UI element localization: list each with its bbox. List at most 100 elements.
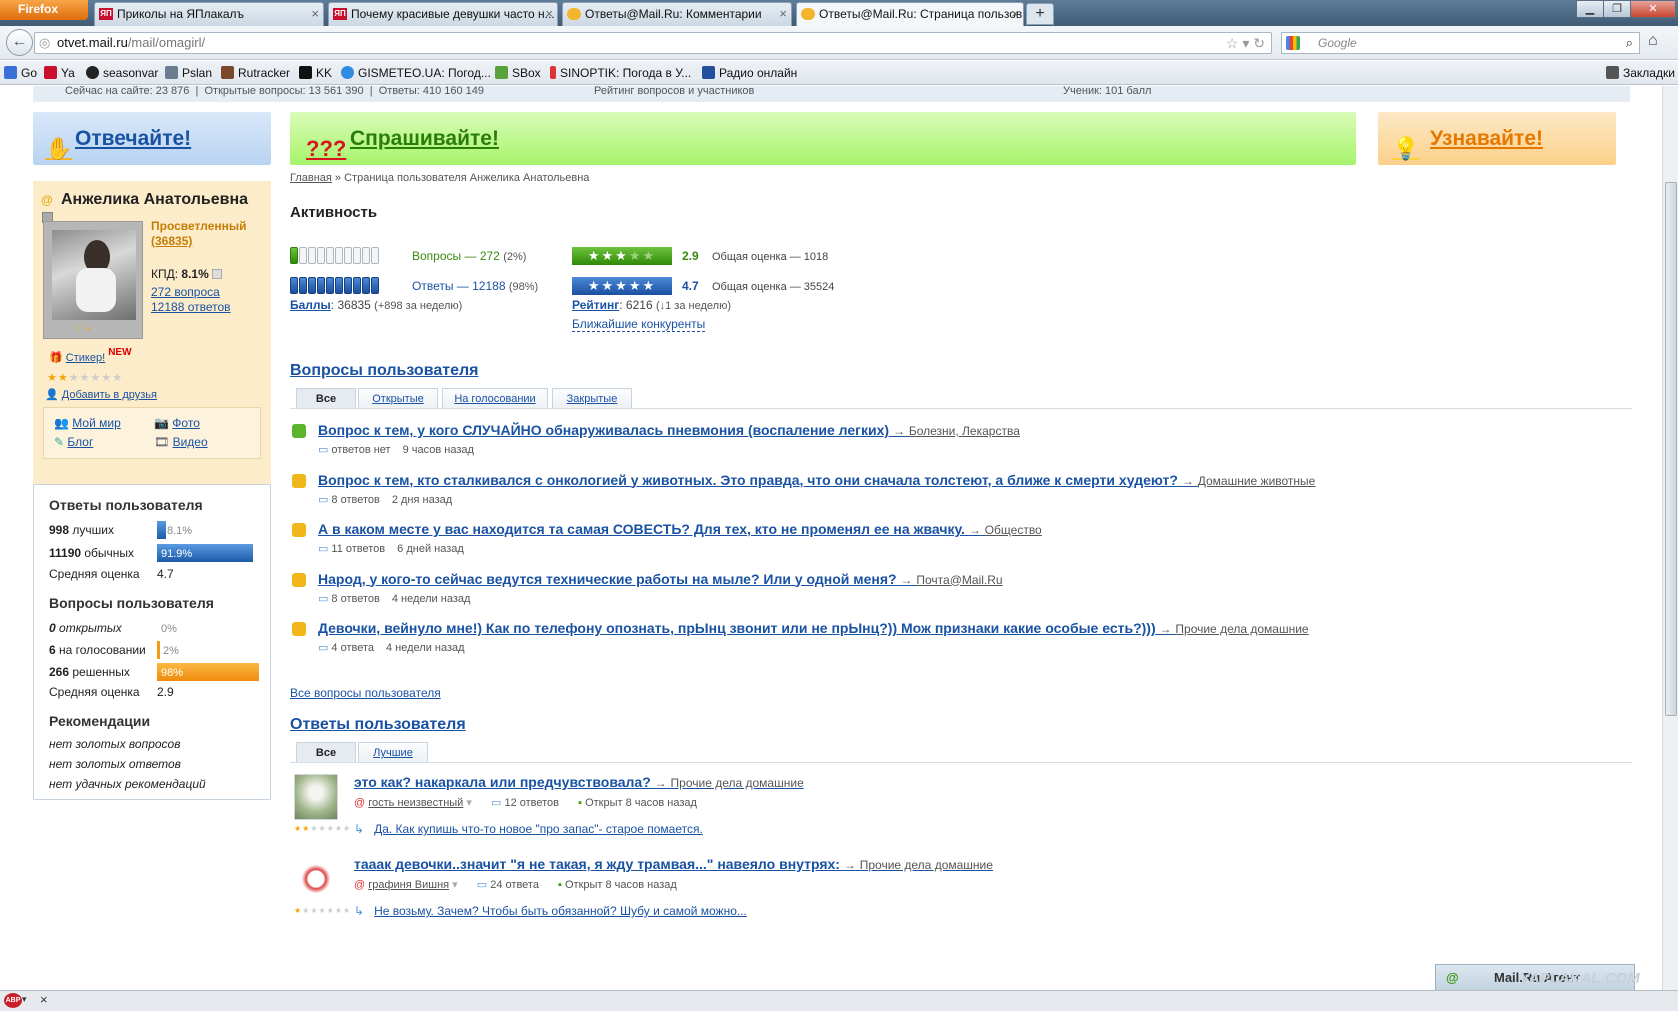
- tab-open[interactable]: Открытые: [358, 388, 438, 408]
- bookmark-sbox[interactable]: SBox: [495, 61, 541, 85]
- author-link[interactable]: графиня Вишня: [368, 879, 449, 891]
- answer-banner[interactable]: ✋ Отвечайте!: [33, 112, 271, 165]
- close-window-icon[interactable]: ✕: [1630, 0, 1676, 18]
- category-link[interactable]: Почта@Mail.Ru: [916, 573, 1002, 587]
- tab-closed[interactable]: Закрытые: [552, 388, 632, 408]
- rivals-link[interactable]: Ближайшие конкуренты: [572, 317, 706, 332]
- tab-yaplakal-2[interactable]: ЯП Почему красивые девушки часто н... ×: [328, 2, 558, 26]
- close-tab-icon[interactable]: ×: [779, 3, 787, 25]
- info-icon[interactable]: [212, 269, 223, 279]
- tab-yaplakal-1[interactable]: ЯП Приколы на ЯПлакалъ ×: [94, 2, 324, 26]
- ask-banner-label[interactable]: Спрашивайте!: [350, 127, 499, 150]
- yaplakal-icon: [44, 66, 57, 79]
- ask-banner[interactable]: ??? Спрашивайте!: [290, 112, 1356, 165]
- answers-count-link[interactable]: 12188 ответов: [151, 300, 231, 315]
- questions-score: 2.9: [682, 249, 699, 263]
- points-link[interactable]: (36835): [151, 234, 247, 249]
- add-friend-link[interactable]: Добавить в друзья: [62, 389, 157, 401]
- answers-section-title[interactable]: Ответы пользователя: [290, 716, 466, 734]
- question-link[interactable]: Народ, у кого-то сейчас ведутся техничес…: [318, 571, 897, 587]
- category-link[interactable]: Общество: [985, 523, 1042, 537]
- answers-activity-label: Ответы — 12188 (98%): [412, 279, 539, 293]
- bookmark-pslan[interactable]: Pslan: [165, 61, 212, 85]
- questions-section-title[interactable]: Вопросы пользователя: [290, 362, 478, 380]
- video-link[interactable]: 🎞 Видео: [154, 435, 208, 449]
- reply-link[interactable]: Да. Как купишь что-то новое "про запас"-…: [374, 822, 703, 836]
- bookmark-go[interactable]: Go: [4, 61, 37, 85]
- avatar[interactable]: ▽ ♦: [43, 221, 143, 339]
- question-link[interactable]: Вопрос к тем, кто сталкивался с онкологи…: [318, 472, 1178, 488]
- rating-link[interactable]: Рейтинг: [572, 298, 619, 312]
- bookmark-radio[interactable]: Радио онлайн: [702, 61, 797, 85]
- tab-voting[interactable]: На голосовании: [442, 388, 548, 408]
- bookmark-rutracker[interactable]: Rutracker: [221, 61, 290, 85]
- close-icon[interactable]: ×: [40, 992, 48, 1007]
- star-bookmark-icon[interactable]: ☆ ▾ ↻: [1226, 33, 1265, 53]
- breadcrumb-home-link[interactable]: Главная: [290, 172, 332, 184]
- answer-category-link[interactable]: Прочие дела домашние: [860, 858, 993, 872]
- activity-title: Активность: [290, 204, 378, 221]
- question-link[interactable]: Девочки, вейнуло мне!) Как по телефону о…: [318, 620, 1156, 636]
- home-icon[interactable]: ⌂: [1648, 32, 1658, 50]
- points-link[interactable]: Баллы: [290, 298, 331, 312]
- answer-category-link[interactable]: Прочие дела домашние: [671, 776, 804, 790]
- question-link[interactable]: А в каком месте у вас находится та самая…: [318, 521, 965, 537]
- bookmark-ya[interactable]: Ya: [44, 61, 75, 85]
- bookmark-gismeteo[interactable]: GISMETEO.UA: Погод...: [341, 61, 491, 85]
- question-avatar[interactable]: [294, 856, 338, 902]
- search-icon[interactable]: ⌕: [1626, 33, 1633, 53]
- question-avatar[interactable]: [294, 774, 338, 820]
- tabs-divider: [290, 762, 1632, 763]
- page-scrollbar[interactable]: [1662, 86, 1678, 990]
- close-tab-icon[interactable]: ×: [1011, 3, 1019, 25]
- category-link[interactable]: Домашние животные: [1198, 474, 1316, 488]
- tab-mail-user-page[interactable]: Ответы@Mail.Ru: Страница пользов... ×: [796, 2, 1024, 26]
- close-tab-icon[interactable]: ×: [545, 3, 553, 25]
- photo-link[interactable]: 📷 Фото: [154, 416, 200, 430]
- category-link[interactable]: Прочие дела домашние: [1175, 622, 1308, 636]
- firefox-menu-button[interactable]: Firefox: [0, 0, 88, 20]
- mail-answers-icon: [801, 8, 815, 20]
- tab-all[interactable]: Все: [296, 388, 356, 408]
- search-input[interactable]: Google ⌕: [1281, 32, 1640, 54]
- bookmarks-menu[interactable]: Закладки: [1606, 61, 1675, 85]
- blog-link[interactable]: ✎ Блог: [54, 435, 93, 449]
- question-link[interactable]: Вопрос к тем, у кого СЛУЧАЙНО обнаружива…: [318, 422, 889, 438]
- back-arrow-icon[interactable]: ←: [6, 29, 33, 56]
- new-tab-button[interactable]: +: [1026, 3, 1054, 25]
- gift-icons[interactable]: ▽ ♦: [74, 322, 91, 335]
- url-bar[interactable]: ◎ otvet.mail.ru/mail/omagirl/ ☆ ▾ ↻: [34, 32, 1272, 54]
- tab-mail-comments[interactable]: Ответы@Mail.Ru: Комментарии ×: [562, 2, 792, 26]
- meter-cell: [317, 277, 325, 294]
- answers-count: 4 ответа: [331, 642, 374, 654]
- bookmark-seasonvar[interactable]: seasonvar: [86, 61, 158, 85]
- question-title-row: А в каком месте у вас находится та самая…: [318, 521, 1042, 537]
- bookmark-kk[interactable]: KK: [299, 61, 332, 85]
- maximize-icon[interactable]: ❐: [1603, 0, 1631, 18]
- myworld-link[interactable]: 👥 Мой мир: [54, 416, 121, 430]
- close-tab-icon[interactable]: ×: [311, 3, 319, 25]
- learn-banner-label[interactable]: Узнавайте!: [1430, 127, 1543, 150]
- search-placeholder: Google: [1318, 36, 1357, 50]
- questions-meter: [290, 247, 380, 265]
- site-top-strip: Сейчас на сайте: 23 876 | Открытые вопро…: [33, 86, 1630, 102]
- sticker-link[interactable]: Стикер!: [66, 352, 105, 364]
- reply-arrow-icon: ↳: [354, 822, 365, 836]
- questions-count-link[interactable]: 272 вопроса: [151, 285, 231, 300]
- answer-banner-label[interactable]: Отвечайте!: [75, 127, 191, 150]
- reply-link[interactable]: Не возьму. Зачем? Чтобы быть обязанной? …: [374, 904, 747, 918]
- chevron-down-icon[interactable]: ▾: [22, 994, 27, 1005]
- category-link[interactable]: Болезни, Лекарства: [909, 424, 1020, 438]
- learn-banner[interactable]: 💡 Узнавайте!: [1378, 112, 1616, 165]
- question-status-icon: [292, 622, 306, 636]
- yaplakal-icon: ЯП: [333, 8, 347, 20]
- all-questions-link[interactable]: Все вопросы пользователя: [290, 686, 441, 700]
- url-path: /mail/omagirl/: [127, 35, 206, 50]
- bookmark-sinoptik[interactable]: SINOPTIK: Погода в У...: [550, 61, 691, 85]
- author-link[interactable]: гость неизвестный: [368, 797, 463, 809]
- scrollbar-thumb[interactable]: [1665, 182, 1677, 716]
- tab-all-answers[interactable]: Все: [296, 742, 356, 762]
- adblock-icon[interactable]: ABP: [4, 993, 22, 1008]
- minimize-icon[interactable]: ▁: [1576, 0, 1604, 18]
- tab-best-answers[interactable]: Лучшие: [358, 742, 428, 762]
